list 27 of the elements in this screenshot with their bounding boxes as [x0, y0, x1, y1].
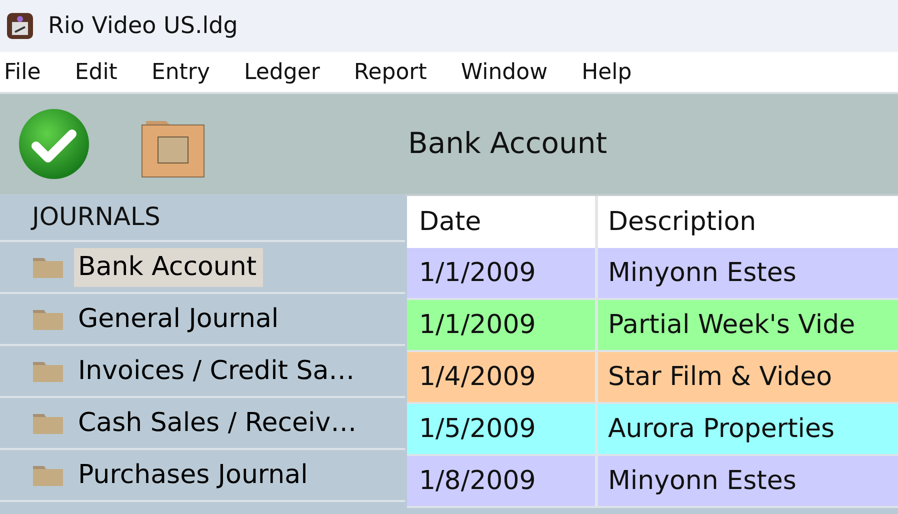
app-icon — [6, 12, 34, 40]
table-row[interactable]: 1/1/2009 Minyonn Estes — [407, 248, 898, 300]
folder-icon — [32, 463, 64, 487]
window-title: Rio Video US.ldg — [48, 12, 238, 41]
folder-icon — [32, 359, 64, 383]
sidebar-item[interactable]: Purchases Journal — [0, 450, 405, 502]
column-header[interactable]: Description — [598, 196, 898, 248]
table-row[interactable]: 1/5/2009 Aurora Properties — [407, 404, 898, 456]
journal-title: Bank Account — [408, 125, 608, 162]
menu-item[interactable]: Help — [578, 56, 648, 88]
folder-icon — [32, 255, 64, 279]
sidebar-item[interactable]: General Journal — [0, 294, 405, 346]
sidebar-item[interactable]: Invoices / Credit Sa… — [0, 346, 405, 398]
sidebar-item[interactable]: Cash Sales / Receiv… — [0, 398, 405, 450]
table-row[interactable]: 1/8/2009 Minyonn Estes — [407, 456, 898, 508]
menu-item[interactable]: Edit — [70, 56, 134, 88]
menu-item[interactable]: Ledger — [240, 56, 336, 88]
sidebar-item[interactable]: Bank Account — [0, 242, 405, 294]
table-row[interactable]: 1/4/2009 Star Film & Video — [407, 352, 898, 404]
menu-item[interactable]: Window — [456, 56, 564, 88]
menu-item[interactable]: Report — [350, 56, 443, 88]
menu-item[interactable]: File — [0, 56, 57, 88]
folder-icon — [32, 307, 64, 331]
table-row[interactable]: 1/1/2009 Partial Week's Vide — [407, 300, 898, 352]
checkmark-icon[interactable] — [18, 108, 90, 180]
folder-icon — [32, 411, 64, 435]
menu-item[interactable]: Entry — [147, 56, 226, 88]
